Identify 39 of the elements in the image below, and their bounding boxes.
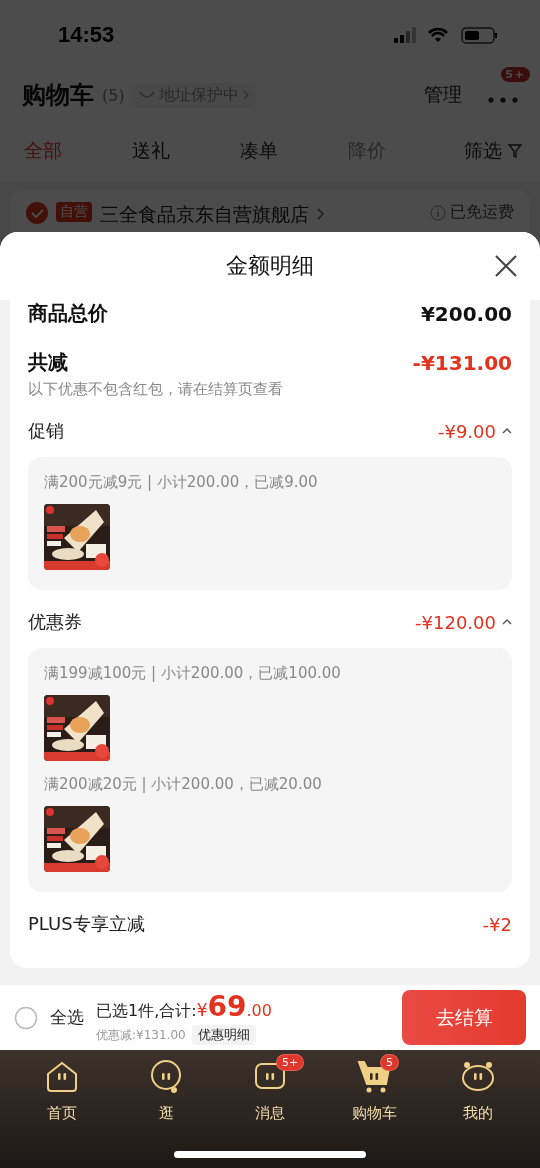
discount-total: 优惠减:¥131.00 bbox=[96, 1026, 186, 1044]
currency-symbol: ¥ bbox=[196, 1000, 208, 1020]
cart-tab[interactable]: 凑单 bbox=[240, 138, 348, 164]
discount-rule: 满199减100元 | 小计200.00，已减100.00 bbox=[44, 664, 342, 683]
page-title: 购物车 bbox=[22, 80, 94, 111]
price-integer: 69 bbox=[207, 990, 247, 1023]
discount-detail-button[interactable]: 优惠明细 bbox=[191, 1025, 256, 1045]
chevron-icon[interactable] bbox=[502, 427, 512, 435]
discount-amount: -¥9.00 bbox=[437, 420, 496, 442]
selection-summary: 已选1件,合计: bbox=[96, 1001, 197, 1022]
discount-type: 促销 bbox=[28, 419, 64, 443]
sheet-title: 金额明细 bbox=[226, 252, 314, 280]
shipping-note: 已免运费 bbox=[450, 202, 514, 223]
total-amount: ¥200.00 bbox=[420, 301, 512, 326]
discount-rule: 满200减20元 | 小计200.00，已减20.00 bbox=[44, 775, 323, 794]
store-name[interactable]: 三全食品京东自营旗舰店 bbox=[100, 202, 309, 228]
nav-tab[interactable]: 逛 bbox=[114, 1058, 218, 1128]
close-icon[interactable] bbox=[494, 254, 518, 278]
nav-tab[interactable]: 我的 bbox=[426, 1058, 530, 1128]
cart-tab[interactable]: 送礼 bbox=[132, 138, 240, 164]
select-all-radio[interactable] bbox=[14, 1005, 38, 1030]
discount-type: PLUS专享立减 bbox=[28, 912, 145, 936]
reduction-label: 共减 bbox=[28, 349, 68, 376]
nav-tab[interactable]: 首页 bbox=[10, 1058, 114, 1128]
total-label: 商品总价 bbox=[28, 300, 108, 327]
chevron-icon[interactable] bbox=[502, 618, 512, 626]
manage-button[interactable]: 管理 bbox=[424, 82, 462, 108]
nav-badge: 5+ bbox=[276, 1054, 305, 1071]
status-time: 14:53 bbox=[58, 22, 115, 48]
checkout-button[interactable]: 去结算 bbox=[402, 990, 526, 1045]
discount-amount: -¥120.00 bbox=[415, 611, 496, 633]
reduction-note: 以下优惠不包含红包，请在结算页查看 bbox=[28, 380, 284, 399]
price-decimal: .00 bbox=[246, 1001, 272, 1020]
select-all-label[interactable]: 全选 bbox=[50, 1006, 84, 1029]
discount-rule: 满200元减9元 | 小计200.00，已减9.00 bbox=[44, 473, 319, 492]
discount-type: 优惠券 bbox=[28, 610, 82, 634]
nav-badge: 5 bbox=[380, 1054, 399, 1071]
reduction-amount: -¥131.00 bbox=[412, 350, 512, 375]
discount-amount: -¥2 bbox=[482, 913, 512, 935]
